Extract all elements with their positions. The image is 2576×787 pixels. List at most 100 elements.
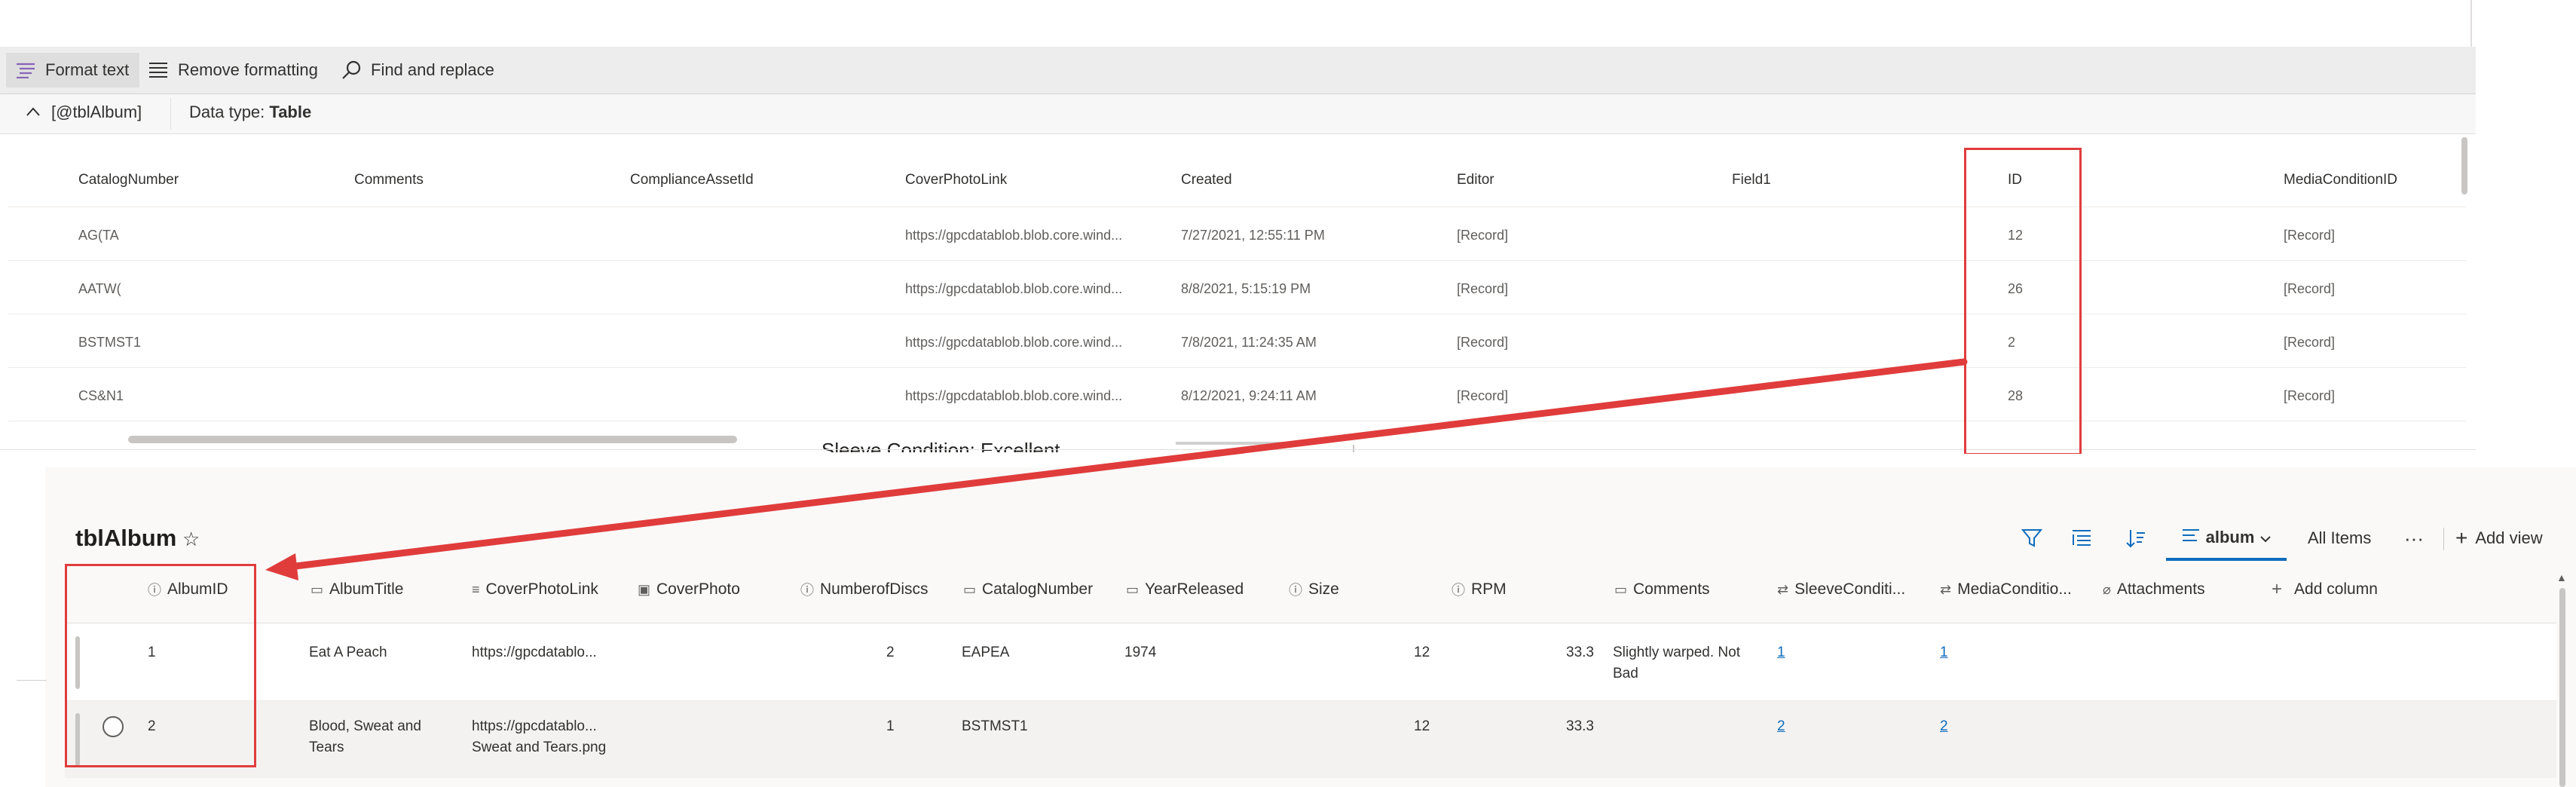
- column-header-mediacondition[interactable]: ⇄ MediaConditio...: [1940, 568, 2072, 611]
- cell-catalognumber: EAPEA: [962, 645, 1010, 660]
- cell-yearreleased: 1974: [1124, 645, 1157, 660]
- cell-numberofdiscs: 2: [886, 645, 895, 660]
- vertical-scrollbar[interactable]: [2461, 137, 2467, 194]
- column-header-coverphotolink[interactable]: ≡ CoverPhotoLink: [472, 568, 598, 611]
- albumid-column-highlight: [65, 564, 256, 767]
- cell-coverphotolink-line2: Sweat and Tears.png: [472, 740, 607, 755]
- cell-albumtitle-line2: Tears: [309, 740, 344, 755]
- expression-result-bar: [0, 94, 2476, 134]
- cell-mediaconditionid: [Record]: [2284, 335, 2336, 350]
- view-icon: [2182, 528, 2200, 547]
- data-type-label: Data type: Table: [189, 103, 311, 122]
- column-header-comments[interactable]: ▭ Comments: [1614, 568, 1710, 611]
- cell-catalognumber: CS&N1: [78, 388, 124, 403]
- formula-bar-area[interactable]: [0, 0, 2476, 47]
- column-header-sleevecondition[interactable]: ⇄ SleeveConditi...: [1777, 568, 1905, 611]
- cell-coverphotolink: https://gpcdatablob.blob.core.wind...: [905, 281, 1123, 296]
- cell-created: 8/8/2021, 5:15:19 PM: [1181, 281, 1311, 296]
- find-replace-label: Find and replace: [371, 60, 494, 79]
- column-label: Add column: [2294, 580, 2378, 598]
- column-header-yearreleased[interactable]: ▭ YearReleased: [1126, 568, 1244, 611]
- remove-formatting-button[interactable]: Remove formatting: [148, 47, 318, 93]
- divider: [2443, 528, 2444, 550]
- cell-size: 12: [1414, 718, 1430, 734]
- cell-coverphotolink: https://gpcdatablo...: [472, 718, 597, 734]
- cell-catalognumber: BSTMST1: [962, 718, 1028, 734]
- scroll-up-icon[interactable]: ▲: [2556, 571, 2567, 583]
- column-label: CoverPhoto: [656, 580, 740, 598]
- view-name: album: [2205, 528, 2255, 547]
- chevron-down-icon: [2260, 528, 2272, 547]
- chevron-up-icon[interactable]: [26, 104, 41, 121]
- cell-mediacondition-link[interactable]: 2: [1940, 716, 1948, 737]
- list-row[interactable]: [65, 701, 2556, 778]
- column-label: Comments: [1633, 580, 1710, 598]
- column-header-complianceassetid: ComplianceAssetId: [630, 172, 754, 188]
- list-vertical-scrollbar[interactable]: [2559, 588, 2565, 787]
- remove-formatting-icon: [148, 60, 169, 81]
- cell-mediaconditionid: [Record]: [2284, 228, 2336, 243]
- text-column-icon: ▭: [311, 581, 324, 597]
- cell-comments-line2: Bad: [1613, 666, 1638, 681]
- paperclip-icon: ⌀: [2103, 581, 2111, 597]
- find-replace-button[interactable]: Find and replace: [341, 47, 494, 93]
- row-divider: [8, 367, 2466, 368]
- cell-coverphotolink: https://gpcdatablob.blob.core.wind...: [905, 228, 1123, 243]
- column-header-size[interactable]: ⓘ Size: [1289, 568, 1339, 611]
- data-type-value: Table: [269, 103, 312, 121]
- column-header-coverphoto[interactable]: ▣ CoverPhoto: [638, 568, 740, 611]
- column-label: YearReleased: [1145, 580, 1244, 598]
- all-items-view[interactable]: All Items: [2308, 522, 2371, 555]
- favorite-star-icon[interactable]: ☆: [182, 528, 200, 551]
- cell-sleevecondition-link[interactable]: 2: [1777, 716, 1785, 737]
- cell-created: 7/27/2021, 12:55:11 PM: [1181, 228, 1325, 243]
- number-column-icon: ⓘ: [1452, 583, 1465, 598]
- filter-icon[interactable]: [2021, 522, 2042, 555]
- cell-albumtitle: Eat A Peach: [309, 645, 387, 660]
- cell-editor: [Record]: [1457, 388, 1509, 403]
- lookup-column-icon: ⇄: [1777, 581, 1789, 597]
- cell-rpm: 33.3: [1566, 645, 1594, 660]
- column-label: NumberofDiscs: [820, 580, 929, 598]
- column-header-albumtitle[interactable]: ▭ AlbumTitle: [311, 568, 403, 611]
- column-header-numberofdiscs[interactable]: ⓘ NumberofDiscs: [800, 568, 929, 611]
- column-header-rpm[interactable]: ⓘ RPM: [1452, 568, 1507, 611]
- plus-icon: +: [2455, 526, 2468, 550]
- image-column-icon: ▣: [638, 581, 651, 597]
- column-label: CatalogNumber: [982, 580, 1094, 598]
- background-peek-divider: [1353, 445, 1354, 452]
- list-row[interactable]: [65, 623, 2556, 701]
- column-label: RPM: [1471, 580, 1507, 598]
- column-label: MediaConditio...: [1957, 580, 2072, 598]
- add-view-label: Add view: [2475, 528, 2543, 547]
- cell-catalognumber: AATW(: [78, 281, 121, 296]
- cell-comments: Slightly warped. Not: [1613, 645, 1740, 660]
- column-header-coverphotolink: CoverPhotoLink: [905, 172, 1008, 188]
- column-header-catalognumber[interactable]: ▭ CatalogNumber: [963, 568, 1093, 611]
- lookup-column-icon: ⇄: [1940, 581, 1952, 597]
- horizontal-scrollbar[interactable]: [128, 436, 737, 443]
- format-text-button[interactable]: Format text: [6, 53, 140, 87]
- view-selector[interactable]: album: [2166, 517, 2287, 561]
- cell-mediaconditionid: [Record]: [2284, 388, 2336, 403]
- add-column-button[interactable]: + Add column: [2272, 568, 2378, 611]
- more-options-button[interactable]: ···: [2404, 522, 2424, 555]
- cell-albumtitle: Blood, Sweat and: [309, 718, 421, 734]
- column-header-attachments[interactable]: ⌀ Attachments: [2103, 568, 2205, 611]
- group-by-icon[interactable]: [2071, 522, 2092, 555]
- formula-preview-panel: Format text Remove formatting Find and r…: [0, 0, 2476, 452]
- text-column-icon: ▭: [1126, 581, 1140, 597]
- data-type-prefix: Data type:: [189, 103, 270, 121]
- cell-sleevecondition-link[interactable]: 1: [1777, 642, 1785, 663]
- column-label: Attachments: [2116, 580, 2205, 598]
- cell-mediacondition-link[interactable]: 1: [1940, 642, 1948, 663]
- divider: [2470, 0, 2472, 47]
- add-view-button[interactable]: + Add view: [2455, 522, 2543, 555]
- cell-size: 12: [1414, 645, 1430, 660]
- cell-coverphotolink: https://gpcdatablob.blob.core.wind...: [905, 388, 1123, 403]
- sort-icon[interactable]: [2125, 522, 2146, 555]
- cell-coverphotolink: https://gpcdatablo...: [472, 645, 597, 660]
- expression-name: [@tblAlbum]: [51, 103, 142, 121]
- column-header-created: Created: [1181, 172, 1232, 188]
- cell-mediaconditionid: [Record]: [2284, 281, 2336, 296]
